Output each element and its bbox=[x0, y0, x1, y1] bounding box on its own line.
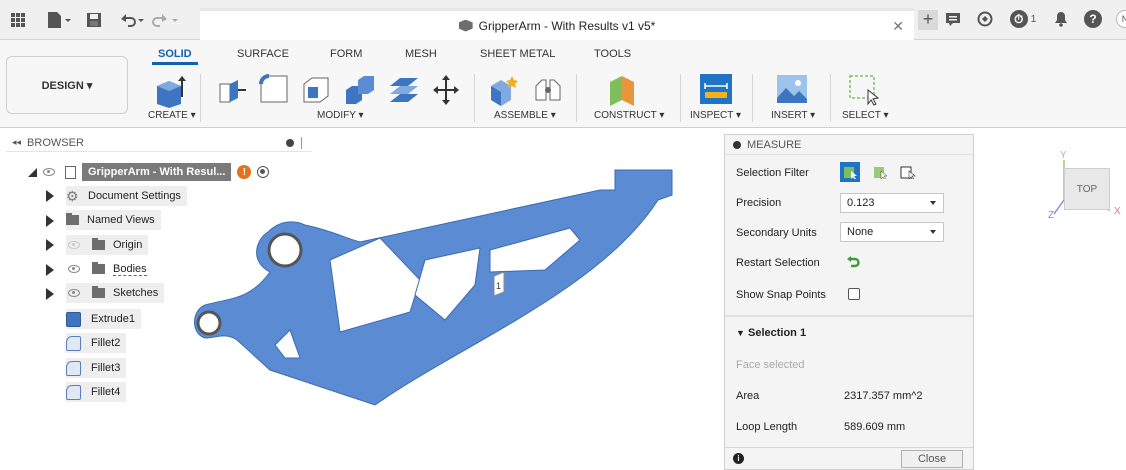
show-snap-points-label: Show Snap Points bbox=[736, 289, 826, 301]
loop-length-label: Loop Length bbox=[736, 421, 798, 433]
chevron-down-icon bbox=[930, 230, 936, 234]
measure-header: MEASURE bbox=[725, 135, 973, 155]
filter-face-icon[interactable] bbox=[840, 162, 860, 182]
secondary-units-select[interactable]: None bbox=[840, 222, 944, 242]
area-label: Area bbox=[736, 390, 760, 402]
restart-selection-label: Restart Selection bbox=[736, 257, 820, 269]
axis-y-label: Y bbox=[1060, 150, 1067, 161]
filter-body-icon[interactable] bbox=[898, 162, 918, 182]
filter-edge-icon[interactable] bbox=[870, 162, 890, 182]
axis-z-label: Z bbox=[1048, 210, 1055, 221]
precision-select[interactable]: 0.123 bbox=[840, 193, 944, 213]
restart-selection-icon[interactable] bbox=[846, 255, 860, 272]
measure-panel: MEASURE Selection Filter Precision 0.123… bbox=[724, 134, 974, 470]
face-status: Face selected bbox=[736, 359, 805, 371]
selection-filter-label: Selection Filter bbox=[736, 167, 809, 179]
loop-length-value: 589.609 mm bbox=[844, 421, 906, 433]
collapse-selection-icon: ▼ bbox=[736, 328, 745, 338]
measure-footer: i Close bbox=[725, 447, 973, 469]
divider bbox=[725, 315, 973, 317]
precision-label: Precision bbox=[736, 197, 782, 209]
close-button[interactable]: Close bbox=[901, 450, 963, 468]
chevron-down-icon bbox=[930, 201, 936, 205]
area-value: 2317.357 mm^2 bbox=[844, 390, 923, 402]
measure-title: MEASURE bbox=[747, 138, 802, 151]
info-icon[interactable]: i bbox=[733, 453, 744, 464]
secondary-units-label: Secondary Units bbox=[736, 227, 817, 239]
gripper-arm-part[interactable] bbox=[194, 169, 673, 406]
axis-x-label: X bbox=[1114, 206, 1121, 217]
selection-number: 1 bbox=[496, 281, 502, 291]
selection-heading[interactable]: ▼ Selection 1 bbox=[736, 327, 806, 339]
panel-collapse-icon[interactable] bbox=[733, 140, 741, 149]
view-cube[interactable]: TOP bbox=[1064, 168, 1110, 210]
show-snap-points-checkbox[interactable] bbox=[848, 288, 860, 300]
